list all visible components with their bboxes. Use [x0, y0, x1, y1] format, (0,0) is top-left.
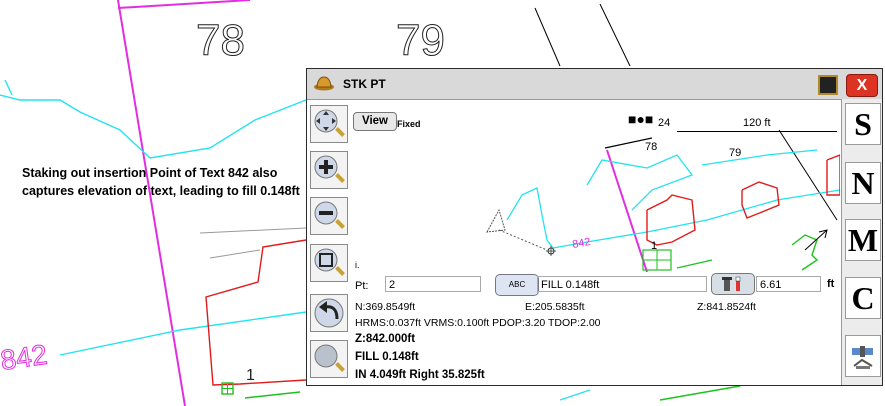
- satellite-icon: [852, 346, 873, 369]
- plot-label-i: i.: [355, 260, 360, 270]
- black-road-line: [534, 7, 561, 67]
- plot-magenta-line: [606, 149, 648, 272]
- zoom-out-icon: [314, 201, 345, 229]
- pan-icon: [314, 109, 345, 137]
- n-button[interactable]: N: [845, 162, 881, 204]
- plot-north-arrow: [804, 229, 828, 251]
- cut-fill-value: FILL 0.148ft: [355, 351, 419, 363]
- scale-bar: [677, 131, 837, 132]
- scale-label: 120 ft: [743, 117, 771, 129]
- cyan-bottom-right: [559, 389, 591, 401]
- cyan-line-lower: [59, 311, 307, 356]
- dialog-title: STK PT: [343, 77, 386, 91]
- zoom-window-icon: [314, 344, 345, 372]
- red-lot: [205, 239, 307, 386]
- offset-value: IN 4.049ft Right 35.825ft: [355, 369, 485, 381]
- green-bottom-1: [244, 391, 301, 399]
- close-icon: X: [856, 77, 868, 94]
- black-road-line-2: [599, 3, 631, 67]
- plot-label-842: 842: [571, 236, 591, 251]
- zoom-in-button[interactable]: [310, 151, 348, 189]
- view-button[interactable]: View: [353, 112, 397, 131]
- c-button[interactable]: C: [845, 277, 881, 319]
- plot-label-1: 1: [651, 240, 657, 252]
- map-label-79: 79: [396, 16, 445, 65]
- rod-height-unit: ft: [827, 278, 835, 290]
- zoom-extent-button[interactable]: [310, 244, 348, 282]
- cyan-line-upper: [0, 94, 307, 159]
- stake-triangle-icon: [486, 208, 506, 233]
- back-arrow-icon: [314, 298, 344, 328]
- stake-point-dialog: STK PT X 842 78 79 1 i. View Fixed ■●■ 2…: [306, 68, 883, 386]
- zoom-extent-icon: [314, 248, 345, 276]
- satellite-button[interactable]: [845, 335, 881, 377]
- grey-road-1: [199, 227, 307, 234]
- square-icon[interactable]: [818, 75, 838, 95]
- rod-height-button[interactable]: [711, 273, 755, 295]
- hat-icon: [314, 76, 334, 91]
- zoom-out-button[interactable]: [310, 197, 348, 235]
- point-label: Pt:: [355, 280, 369, 292]
- plot-green-1: [791, 234, 819, 271]
- view-mode-label: Fixed: [397, 119, 421, 129]
- plot-red-building-1: [646, 194, 696, 246]
- map-label-1: 1: [246, 367, 255, 384]
- elevation-value: Z:841.8524ft: [697, 301, 756, 313]
- magenta-top: [117, 0, 251, 9]
- zoom-in-icon: [314, 155, 345, 183]
- description-button[interactable]: ABC: [495, 274, 539, 296]
- plot-red-building-2: [741, 181, 780, 219]
- scale-bar-icon: ■●■: [628, 111, 654, 127]
- pan-button[interactable]: [310, 105, 348, 143]
- m-button[interactable]: M: [845, 219, 881, 261]
- zoom-window-button[interactable]: [310, 340, 348, 378]
- plot-black-diagonal: [778, 129, 838, 221]
- right-toolbar: S N M C: [841, 99, 882, 385]
- close-button[interactable]: X: [846, 74, 878, 97]
- plot-label-78: 78: [645, 141, 657, 153]
- cyan-left-edge: [4, 79, 13, 96]
- grey-road-2: [209, 249, 261, 259]
- plot-cyan-2: [586, 154, 694, 211]
- map-label-842: 842: [0, 339, 49, 376]
- rod-height-icon: [722, 276, 741, 291]
- description-input[interactable]: FILL 0.148ft: [537, 276, 707, 292]
- northing-value: N:369.8549ft: [355, 301, 416, 313]
- plot-label-79: 79: [729, 147, 741, 159]
- scale-number: 24: [658, 117, 671, 129]
- back-button[interactable]: [310, 294, 348, 332]
- description-icon: ABC: [508, 280, 526, 289]
- rod-height-input[interactable]: 6.61: [756, 276, 821, 292]
- green-bottom-2: [659, 385, 741, 401]
- design-elevation: Z:842.000ft: [355, 333, 416, 345]
- s-button[interactable]: S: [845, 103, 881, 145]
- easting-value: E:205.5835ft: [525, 301, 585, 313]
- plot-green-2: [676, 259, 713, 269]
- plot-cyan-1: [506, 187, 554, 249]
- annotation-text: Staking out insertion Point of Text 842 …: [22, 166, 300, 198]
- point-input[interactable]: 2: [385, 276, 481, 292]
- precision-info: HRMS:0.037ft VRMS:0.100ft PDOP:3.20 TDOP…: [355, 317, 601, 329]
- plot-cyan-4: [552, 189, 840, 249]
- title-bar: STK PT X: [307, 69, 882, 100]
- map-label-78: 78: [196, 16, 245, 65]
- plot-red-building-3: [826, 154, 840, 196]
- magenta-boundary: [117, 0, 186, 406]
